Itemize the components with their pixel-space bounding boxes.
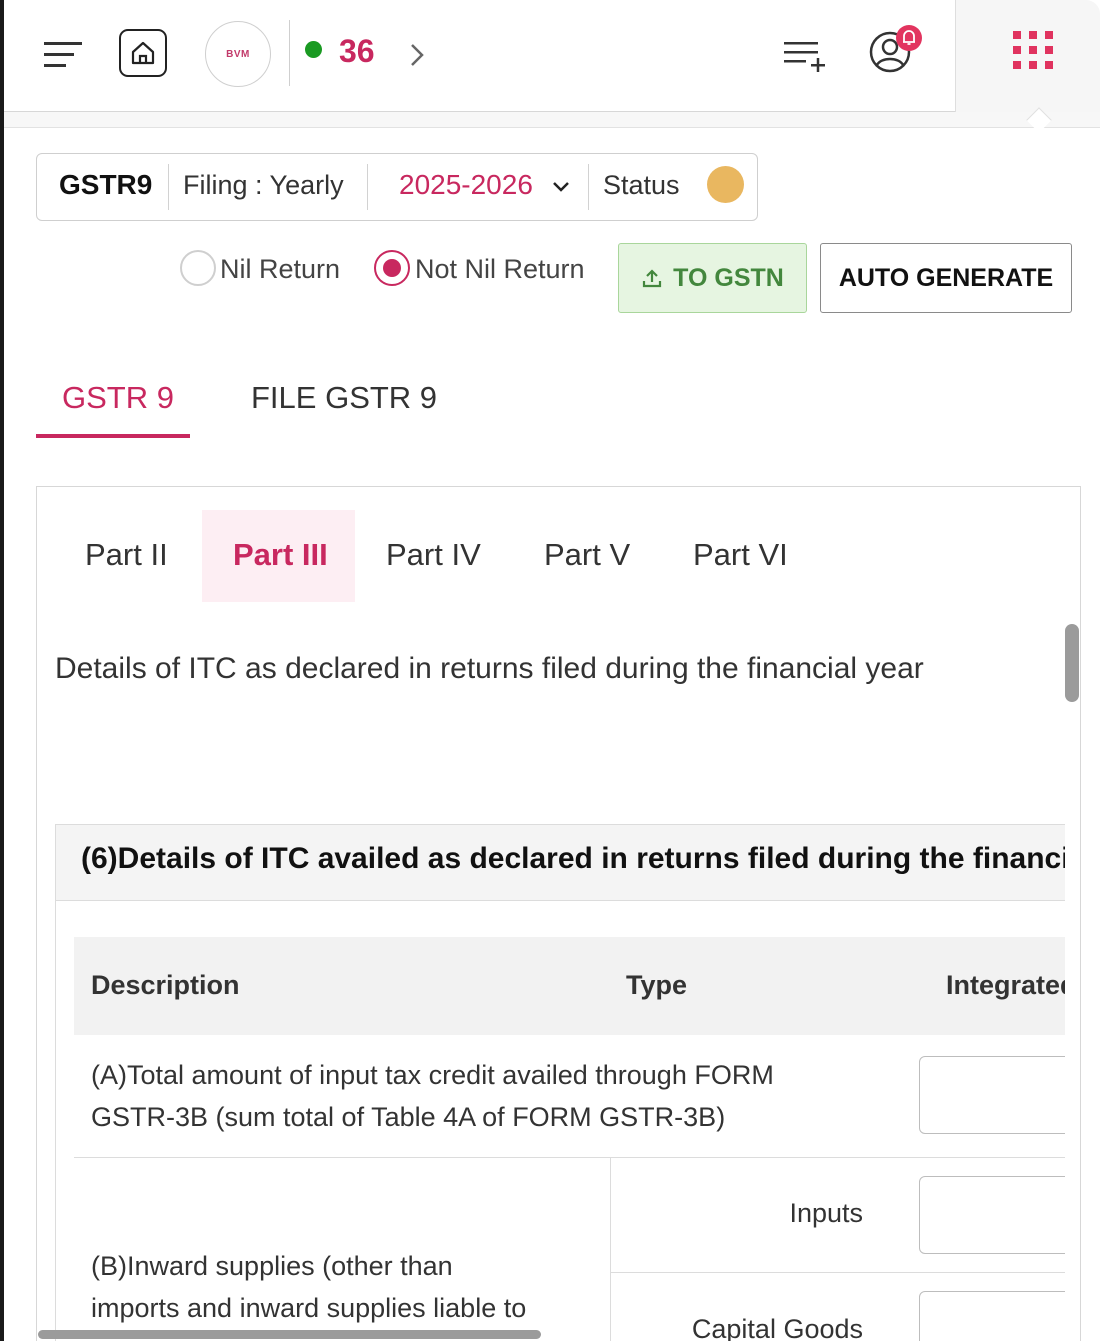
nil-return-label[interactable]: Nil Return	[220, 254, 340, 285]
upload-to-gstn-button[interactable]: TO GSTN	[618, 243, 807, 313]
row-a-integrated-input[interactable]	[919, 1056, 1065, 1134]
card-divider	[168, 164, 169, 210]
user-alert-icon[interactable]	[868, 24, 926, 76]
menu-icon[interactable]	[42, 40, 84, 70]
form-name: GSTR9	[59, 169, 153, 200]
row-b-type-inputs: Inputs	[789, 1198, 863, 1228]
nil-return-radio[interactable]	[180, 250, 216, 286]
part-description: Details of ITC as declared in returns fi…	[55, 652, 924, 685]
tab-part-iv[interactable]: Part IV	[386, 537, 481, 573]
row-divider	[74, 1157, 1065, 1158]
not-nil-return-label[interactable]: Not Nil Return	[415, 254, 585, 285]
tab-file-gstr9[interactable]: FILE GSTR 9	[251, 380, 437, 416]
active-tab-indicator	[36, 434, 190, 438]
apps-grid-icon[interactable]	[1011, 29, 1055, 71]
financial-year-select[interactable]: 2025-2026	[399, 169, 533, 201]
tab-part-vi[interactable]: Part VI	[693, 537, 788, 573]
not-nil-return-radio[interactable]	[374, 250, 410, 286]
vertical-scrollbar[interactable]	[1065, 624, 1079, 702]
section-header: (6)Details of ITC availed as declared in…	[56, 825, 1065, 901]
status-indicator	[707, 166, 744, 203]
status-label: Status	[603, 170, 680, 200]
filing-info-card: GSTR9 Filing : Yearly 2025-2026 Status	[36, 153, 758, 221]
filing-frequency: Filing : Yearly	[183, 170, 344, 200]
auto-generate-button[interactable]: AUTO GENERATE	[820, 243, 1072, 313]
online-status-dot	[305, 41, 322, 58]
column-type: Type	[626, 970, 688, 1000]
upload-to-gstn-label: TO GSTN	[673, 263, 784, 292]
chevron-down-icon[interactable]	[551, 180, 571, 194]
tab-part-ii[interactable]: Part II	[85, 537, 168, 573]
row-b-inputs-integrated-input[interactable]	[919, 1176, 1065, 1254]
card-divider	[588, 164, 589, 210]
row-divider	[611, 1272, 1065, 1273]
table-header: Description Type Integrated	[74, 937, 1065, 1035]
type-column-divider	[610, 1158, 611, 1341]
column-description: Description	[91, 970, 240, 1000]
company-logo[interactable]: BVM	[205, 21, 271, 87]
tab-part-iii[interactable]: Part III	[233, 537, 328, 573]
home-icon	[131, 41, 155, 65]
tab-gstr9[interactable]: GSTR 9	[62, 380, 174, 416]
row-b-description-line2: imports and inward supplies liable to	[91, 1293, 527, 1323]
top-bar-divider	[4, 112, 1100, 128]
header-divider	[289, 20, 290, 86]
section-title: (6)Details of ITC availed as declared in…	[81, 842, 1065, 875]
chevron-right-icon[interactable]	[407, 41, 427, 69]
row-b-capital-goods-integrated-input[interactable]	[919, 1291, 1065, 1341]
row-a-description-line2: GSTR-3B (sum total of Table 4A of FORM G…	[91, 1102, 726, 1132]
home-button[interactable]	[119, 29, 167, 77]
section-6: (6)Details of ITC availed as declared in…	[55, 824, 1065, 1341]
row-b-description-line1: (B)Inward supplies (other than	[91, 1251, 453, 1281]
top-bar	[4, 0, 1100, 112]
horizontal-scrollbar[interactable]	[38, 1330, 541, 1339]
column-integrated: Integrated	[946, 970, 1065, 1000]
notification-count[interactable]: 36	[339, 33, 375, 70]
tab-part-v[interactable]: Part V	[544, 537, 630, 573]
list-add-icon[interactable]	[782, 38, 826, 74]
card-divider	[367, 164, 368, 210]
logo-text: BVM	[226, 48, 250, 60]
row-a-description-line1: (A)Total amount of input tax credit avai…	[91, 1060, 774, 1090]
upload-icon	[643, 269, 662, 288]
app-frame: BVM 36 GSTR9 Filing : Yearly 2025-2026 S…	[0, 0, 1100, 1341]
row-b-type-capital-goods: Capital Goods	[691, 1314, 863, 1341]
